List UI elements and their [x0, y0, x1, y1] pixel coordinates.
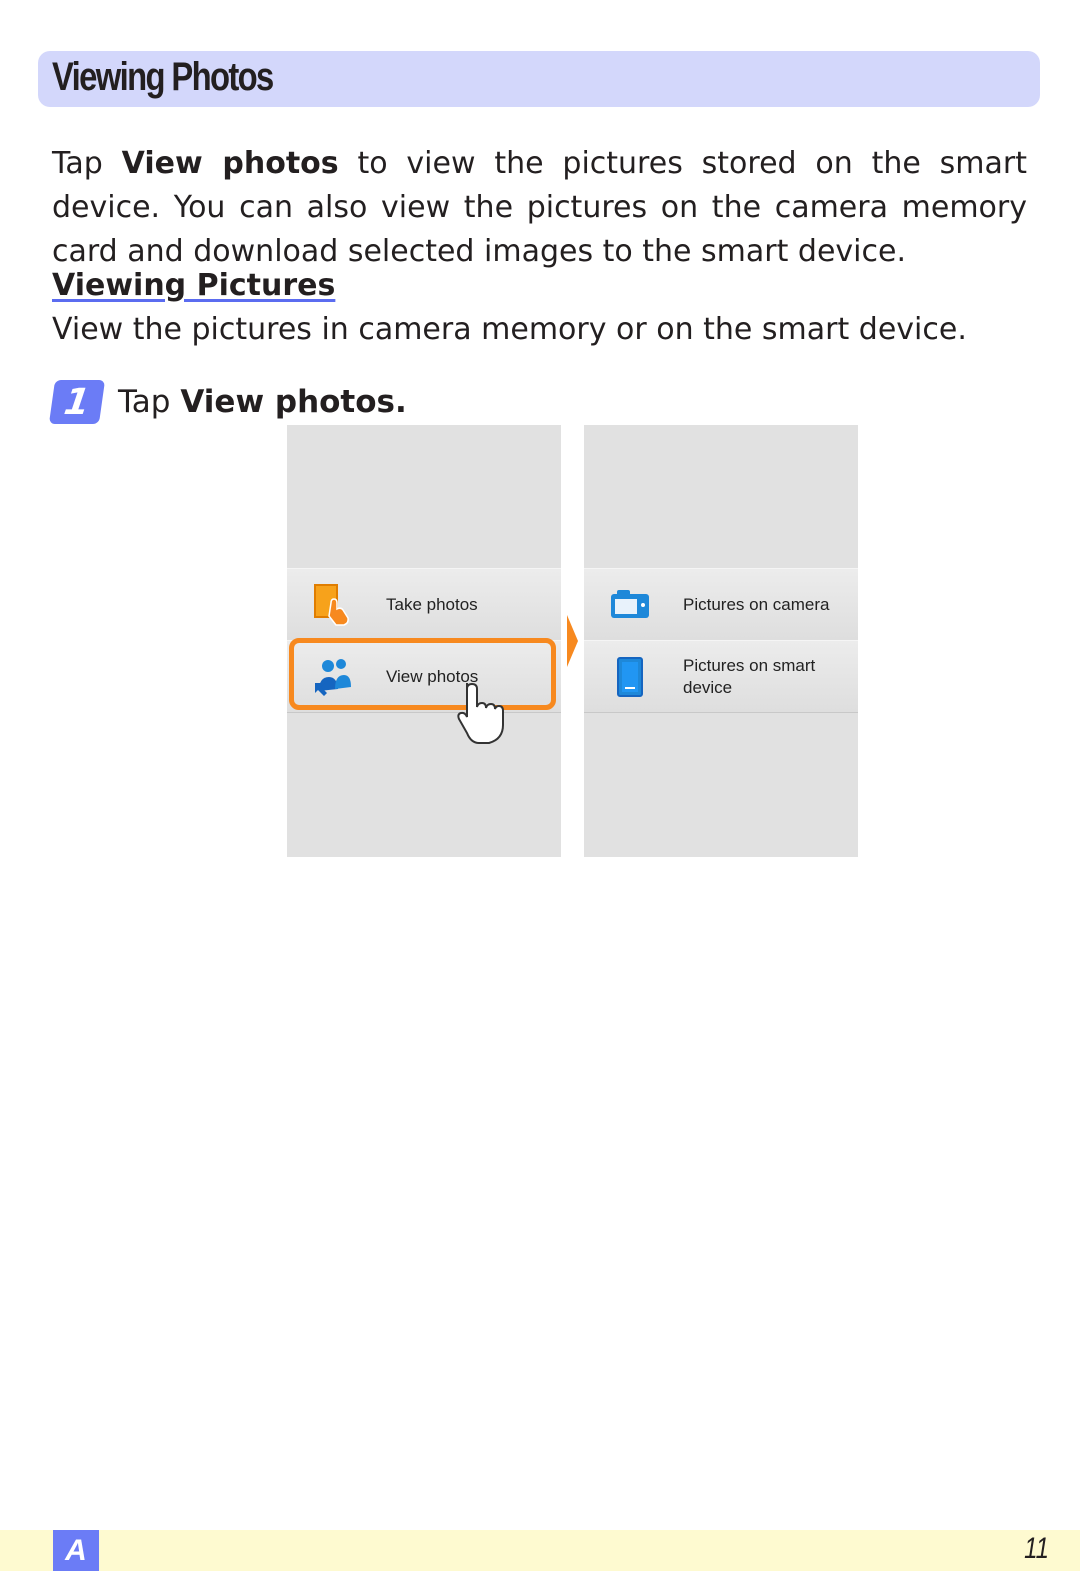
step-suffix: . — [395, 384, 407, 420]
smart-device-icon — [617, 656, 643, 697]
section-tab[interactable]: A — [53, 1530, 99, 1571]
section-heading: Viewing Pictures — [52, 268, 336, 303]
menu-item-take-photos[interactable]: Take photos — [287, 568, 561, 641]
title-bar: Viewing Photos — [38, 51, 1040, 107]
tap-highlight — [289, 638, 556, 710]
menu-item-pictures-on-camera[interactable]: Pictures on camera — [584, 568, 858, 641]
section-text: View the pictures in camera memory or on… — [52, 312, 967, 347]
screen-view-photos-menu: Pictures on camera Pictures on smart dev… — [584, 425, 858, 857]
next-arrow-icon — [567, 615, 578, 667]
intro-bold: View photos — [121, 146, 339, 181]
step-1: 1 Tap View photos. — [48, 380, 407, 424]
step-instruction: Tap View photos. — [118, 384, 407, 420]
intro-paragraph: Tap View photos to view the pictures sto… — [52, 142, 1027, 274]
menu-label: Pictures on camera — [683, 594, 830, 614]
page-number: 11 — [1023, 1532, 1049, 1565]
intro-prefix: Tap — [52, 146, 122, 181]
step-prefix: Tap — [118, 384, 181, 420]
camera-icon — [611, 589, 649, 618]
take-photos-icon — [314, 583, 349, 626]
step-bold: View photos — [180, 384, 395, 420]
page-footer: A 11 — [0, 1530, 1080, 1571]
page-title: Viewing Photos — [52, 55, 274, 99]
menu-item-pictures-on-smart-device[interactable]: Pictures on smart device — [584, 640, 858, 713]
tap-hand-icon — [457, 683, 504, 744]
step-number-badge: 1 — [48, 380, 106, 424]
menu-label: Pictures on smart device — [683, 655, 816, 697]
menu-label: Take photos — [386, 594, 478, 614]
